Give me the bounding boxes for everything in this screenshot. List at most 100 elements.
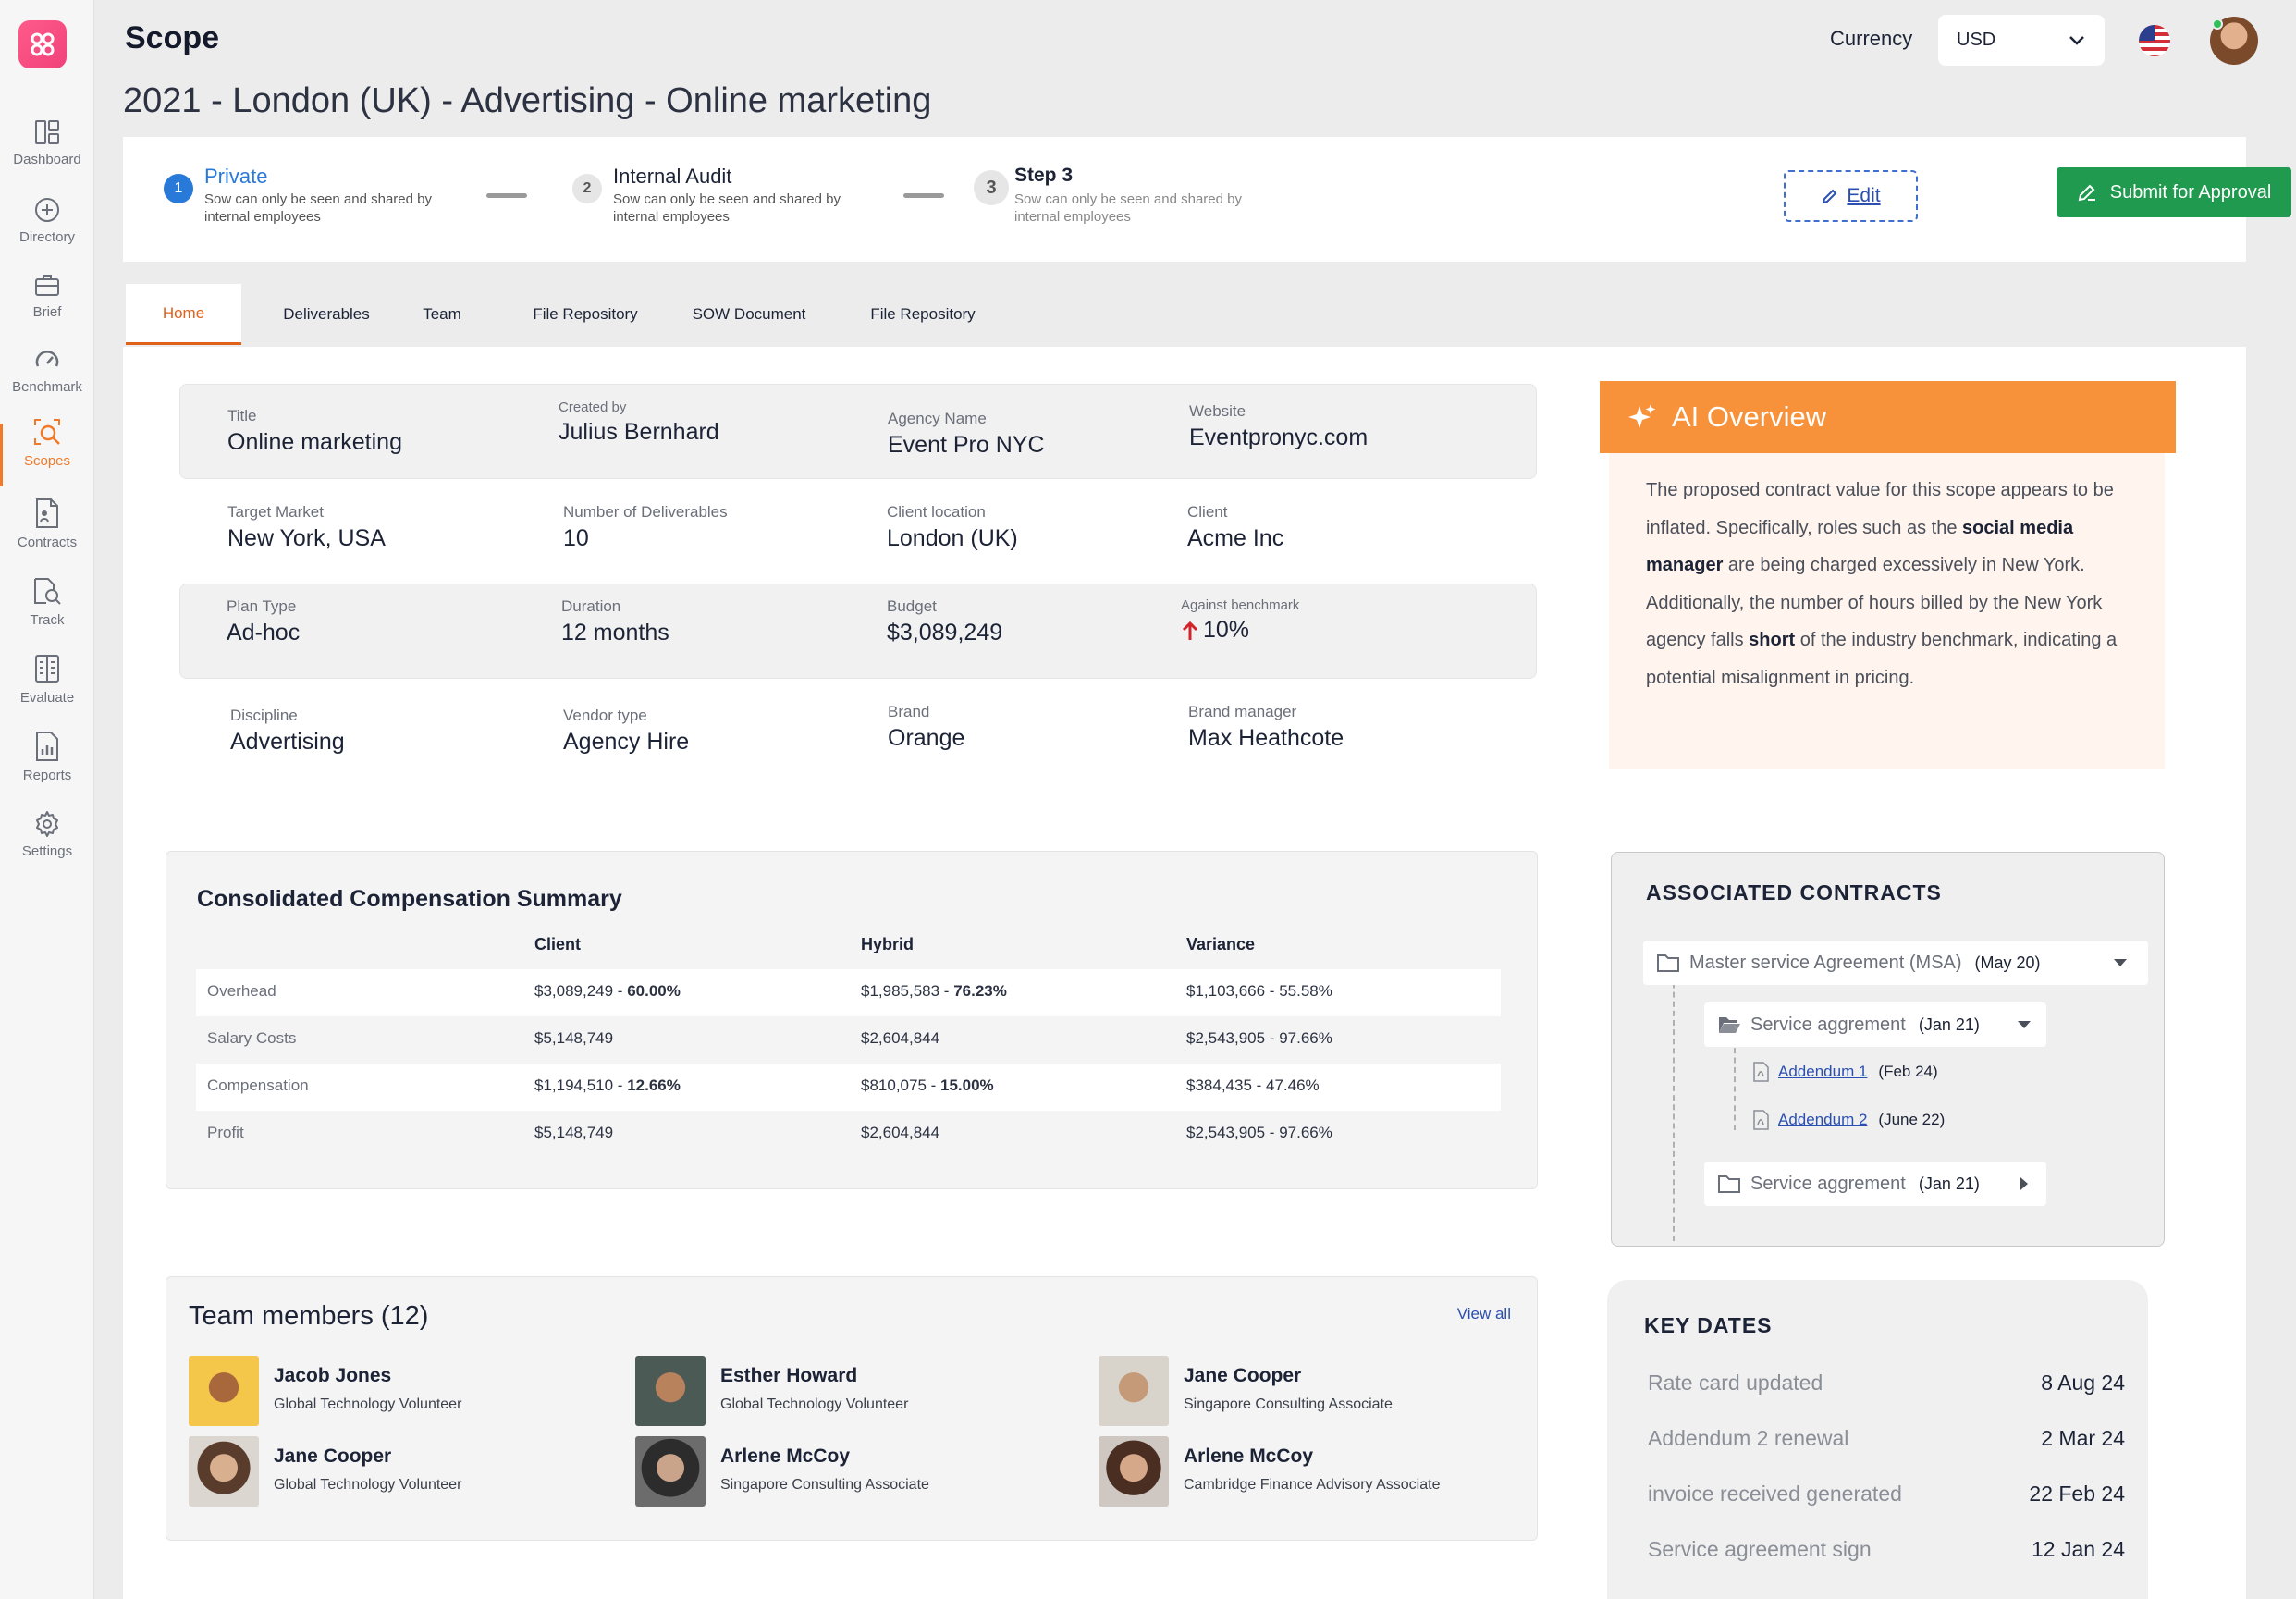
contract-service-agreement[interactable]: Service aggrement (Jan 21): [1704, 1162, 2046, 1206]
field-title: Title Online marketing: [227, 407, 402, 456]
table-row: Profit $5,148,749 $2,604,844 $2,543,905 …: [196, 1111, 1501, 1158]
sidebar-item-reports[interactable]: Reports: [0, 731, 94, 803]
member-name: Esther Howard: [720, 1365, 858, 1386]
field-agency-name: Agency Name Event Pro NYC: [888, 410, 1045, 459]
us-flag-icon[interactable]: [2139, 25, 2170, 56]
submit-button-label: Submit for Approval: [2109, 181, 2272, 203]
app-logo[interactable]: [18, 20, 67, 68]
cell-value: $5,148,749: [534, 1124, 614, 1141]
row-label: Compensation: [207, 1076, 309, 1094]
field-against-benchmark: Against benchmark 10%: [1181, 597, 1299, 644]
ai-overview-title: AI Overview: [1672, 400, 1827, 433]
field-label: Plan Type: [227, 597, 297, 615]
addendum-link[interactable]: Addendum 2: [1778, 1111, 1867, 1129]
field-value: 10: [563, 525, 589, 551]
sidebar-item-track[interactable]: Track: [0, 575, 94, 647]
user-avatar[interactable]: [2210, 17, 2258, 65]
currency-select[interactable]: USD: [1938, 15, 2105, 66]
sidebar-item-dashboard[interactable]: Dashboard: [0, 118, 94, 191]
addendum-item: Addendum 1 (Feb 24): [1752, 1062, 1938, 1082]
contract-msa[interactable]: Master service Agreement (MSA) (May 20): [1643, 941, 2148, 985]
associated-contracts: ASSOCIATED CONTRACTS Master service Agre…: [1611, 852, 2165, 1247]
logo-icon: [31, 32, 55, 56]
sidebar-item-brief[interactable]: Brief: [0, 271, 94, 343]
tab-home[interactable]: Home: [126, 284, 241, 345]
field-value: Ad-hoc: [227, 620, 301, 646]
field-label: Target Market: [227, 503, 324, 521]
tab-team[interactable]: Team: [405, 284, 479, 345]
tab-sow-document[interactable]: SOW Document: [661, 284, 837, 345]
field-brand-manager: Brand manager Max Heathcote: [1188, 703, 1344, 752]
addendum-date: (Feb 24): [1878, 1063, 1938, 1080]
key-date-row: Service agreement sign 12 Jan 24: [1648, 1537, 2125, 1574]
arrow-up-icon: [1182, 621, 1198, 640]
sidebar-item-evaluate[interactable]: Evaluate: [0, 653, 94, 725]
key-dates: KEY DATES Rate card updated 8 Aug 24 Add…: [1607, 1280, 2148, 1599]
field-website: Website Eventpronyc.com: [1189, 402, 1368, 451]
field-value: 12 months: [561, 620, 669, 646]
tab-deliverables[interactable]: Deliverables: [266, 284, 387, 345]
tab-file-repository-2[interactable]: File Repository: [835, 284, 1011, 345]
cell-percent: 76.23%: [953, 982, 1007, 1000]
member-name: Arlene McCoy: [1184, 1445, 1314, 1467]
table-row: Overhead $3,089,249 - 60.00% $1,985,583 …: [196, 969, 1501, 1016]
avatar: [1099, 1436, 1169, 1507]
gauge-icon: [35, 351, 59, 367]
info-row: [179, 584, 1537, 679]
field-discipline: Discipline Advertising: [230, 707, 345, 756]
key-date-label: invoice received generated: [1648, 1482, 1902, 1506]
addendum-link[interactable]: Addendum 1: [1778, 1063, 1867, 1081]
key-date-value: 22 Feb 24: [2029, 1482, 2125, 1506]
avatar: [635, 1356, 706, 1426]
folder-icon: [1718, 1175, 1740, 1193]
folder-icon: [1657, 954, 1679, 972]
sidebar-item-label: Brief: [32, 304, 62, 320]
caret-right-icon[interactable]: [2019, 1176, 2030, 1191]
field-value: Eventpronyc.com: [1189, 424, 1369, 450]
field-target-market: Target Market New York, USA: [227, 503, 386, 552]
field-value: Advertising: [230, 729, 345, 755]
caret-down-icon[interactable]: [2017, 1019, 2032, 1030]
step-description: Sow can only be seen and shared by inter…: [613, 191, 841, 225]
sidebar-item-benchmark[interactable]: Benchmark: [0, 346, 94, 418]
field-label: Client: [1187, 503, 1228, 521]
cell-percent: 12.66%: [627, 1076, 681, 1094]
caret-down-icon[interactable]: [2113, 957, 2128, 968]
contract-service-agreement[interactable]: Service aggrement (Jan 21): [1704, 1002, 2046, 1047]
cell-value: $1,985,583 -: [861, 982, 954, 1000]
plus-circle-icon: [35, 198, 59, 222]
step-connector: [903, 193, 944, 198]
field-value: London (UK): [887, 525, 1018, 551]
row-label: Profit: [207, 1124, 244, 1141]
addendum-date: (June 22): [1878, 1111, 1946, 1128]
step-number: 2: [572, 174, 602, 203]
member-role: Singapore Consulting Associate: [1184, 1396, 1393, 1412]
sidebar-item-label: Dashboard: [13, 152, 81, 167]
step-title: Private: [204, 165, 268, 188]
cell-hybrid: $810,075 - 15.00%: [861, 1076, 994, 1095]
field-label: Discipline: [230, 707, 298, 724]
sidebar-item-label: Benchmark: [12, 379, 82, 395]
sidebar-item-label: Contracts: [17, 535, 78, 550]
field-client: Client Acme Inc: [1187, 503, 1283, 552]
evaluate-icon: [35, 655, 59, 683]
view-all-link[interactable]: View all: [1457, 1305, 1511, 1323]
benchmark-value: 10%: [1181, 617, 1299, 644]
contract-icon: [36, 498, 58, 528]
edit-button[interactable]: Edit: [1784, 170, 1918, 222]
cell-variance: $1,103,666 - 55.58%: [1186, 982, 1332, 1000]
cell-client: $5,148,749: [534, 1124, 613, 1142]
field-label: Title: [227, 407, 257, 424]
chevron-down-icon: [2069, 35, 2084, 45]
cell-value: $2,604,844: [861, 1124, 940, 1141]
sidebar-item-scopes[interactable]: Scopes: [0, 416, 94, 488]
field-label: Number of Deliverables: [563, 503, 728, 521]
tab-file-repository[interactable]: File Repository: [497, 284, 673, 345]
sidebar-item-directory[interactable]: Directory: [0, 196, 94, 268]
field-vendor-type: Vendor type Agency Hire: [563, 707, 689, 756]
sidebar-item-contracts[interactable]: Contracts: [0, 498, 94, 570]
field-label: Created by: [559, 400, 627, 415]
column-header: Client: [534, 935, 582, 953]
sidebar-item-settings[interactable]: Settings: [0, 810, 94, 882]
submit-for-approval-button[interactable]: Submit for Approval: [2057, 167, 2291, 217]
